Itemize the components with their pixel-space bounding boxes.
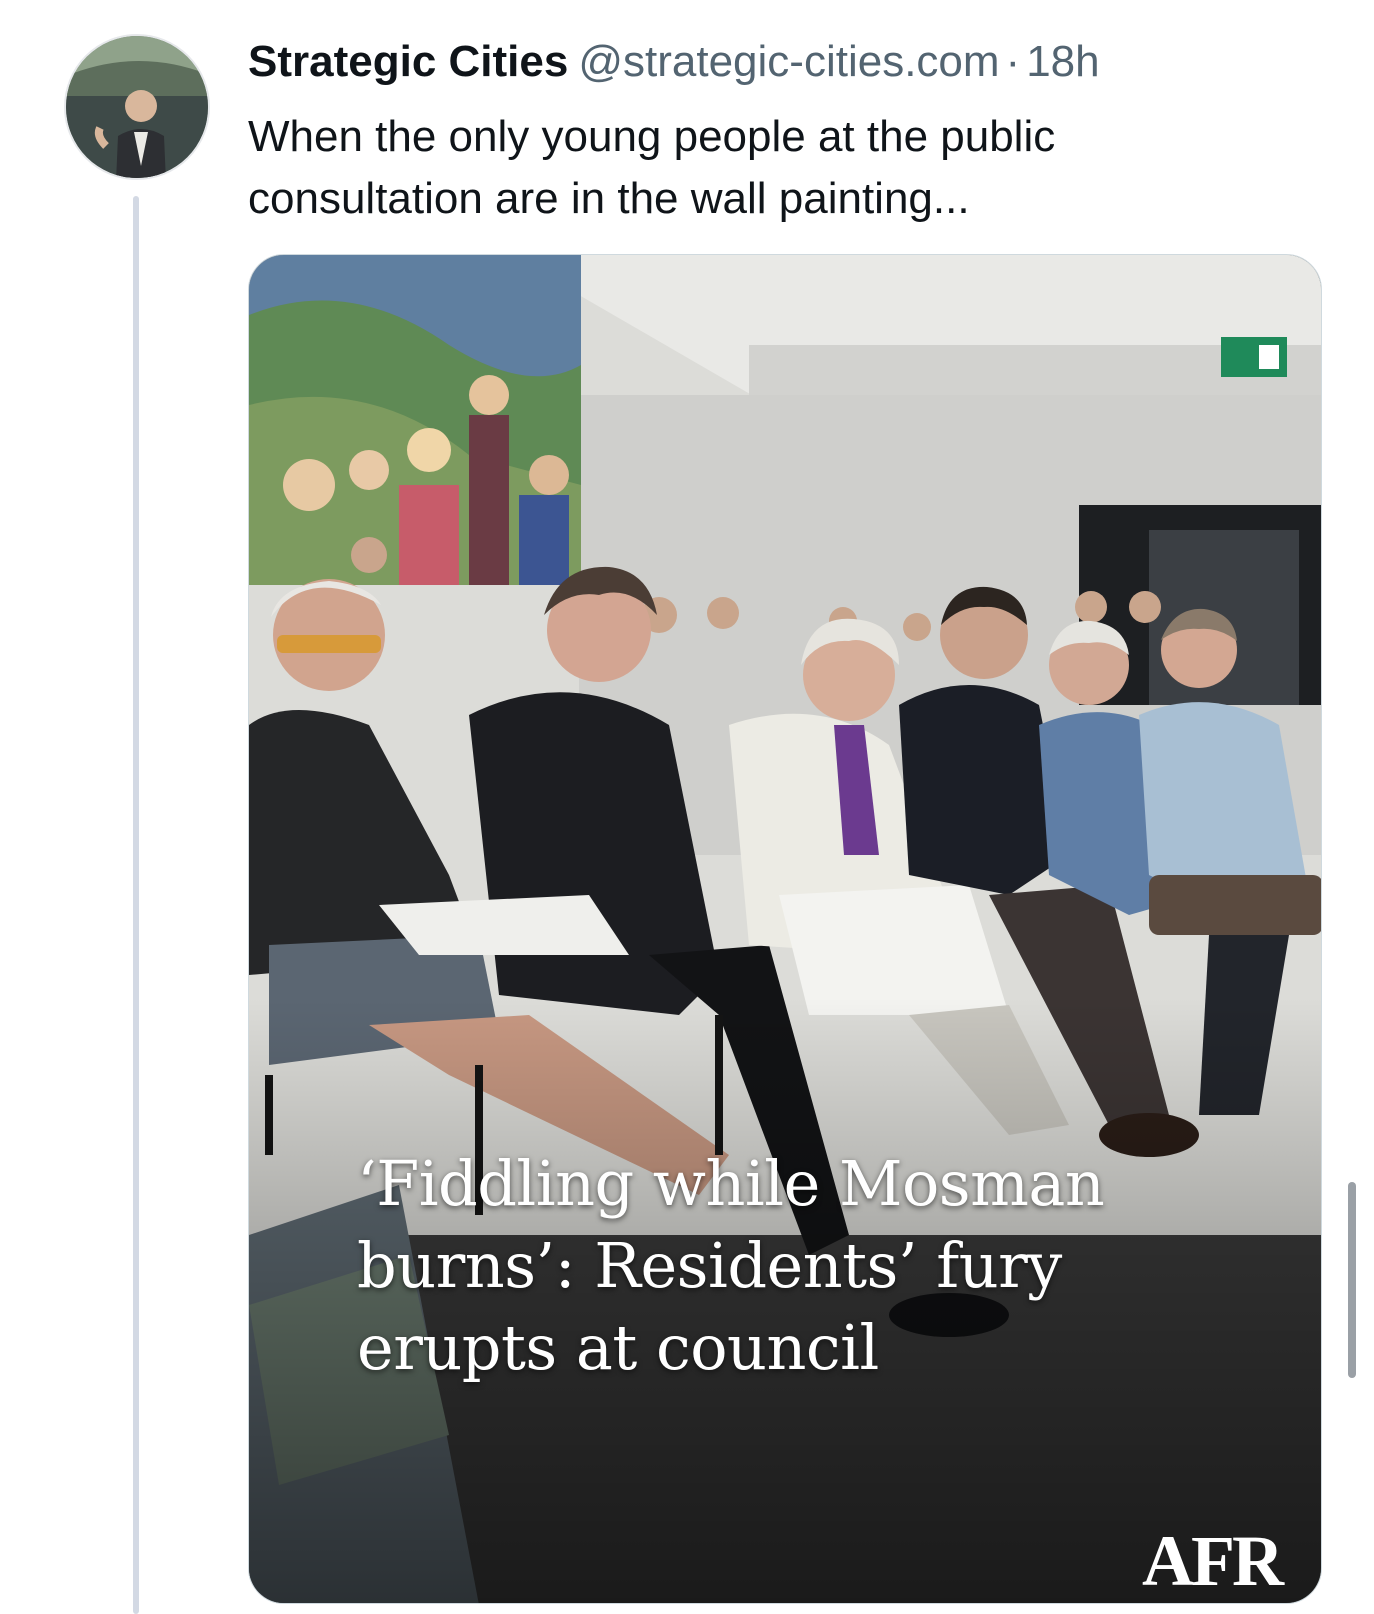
- author-handle[interactable]: @strategic-cities.com: [578, 37, 999, 86]
- separator-dot: ·: [1005, 37, 1021, 86]
- author-avatar[interactable]: [64, 34, 210, 180]
- scrollbar-thumb[interactable]: [1348, 1182, 1356, 1378]
- afr-logo: AFR: [1142, 1521, 1284, 1601]
- post-timestamp[interactable]: 18h: [1026, 37, 1099, 86]
- article-headline: ‘Fiddling while Mosman burns’: Residents…: [357, 1147, 1105, 1384]
- thread-line: [133, 196, 139, 1614]
- post-text: When the only young people at the public…: [248, 112, 1056, 223]
- avatar-photo: [66, 36, 208, 178]
- post-image[interactable]: ‘Fiddling while Mosman burns’: Residents…: [248, 254, 1322, 1604]
- post-header: Strategic Cities @strategic-cities.com · 18…: [248, 36, 1100, 88]
- meeting-photo: [249, 255, 1321, 1603]
- author-name[interactable]: Strategic Cities: [248, 37, 568, 86]
